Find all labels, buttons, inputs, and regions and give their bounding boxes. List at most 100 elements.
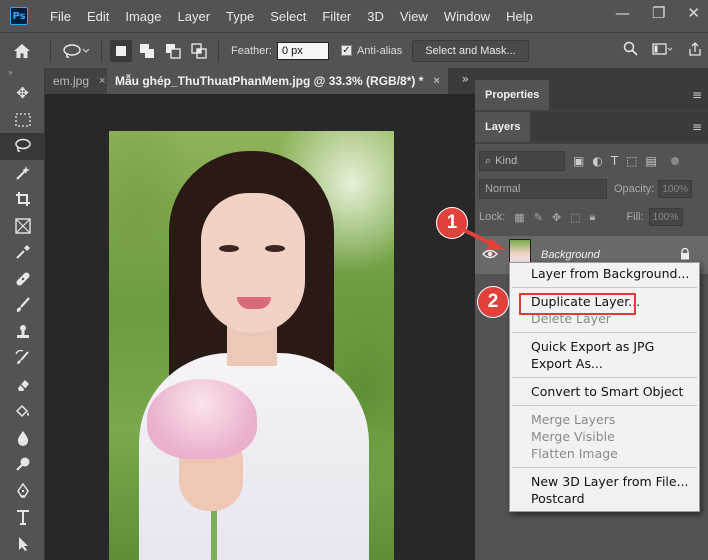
- pen-tool-icon[interactable]: [0, 478, 45, 505]
- menu-item-postcard[interactable]: Postcard: [510, 490, 699, 507]
- brush-tool-icon[interactable]: [0, 292, 45, 319]
- tab-label: em.jpg: [53, 74, 90, 88]
- eyedropper-tool-icon[interactable]: [0, 239, 45, 266]
- filter-kind-label: Kind: [495, 155, 518, 167]
- healing-brush-tool-icon[interactable]: [0, 266, 45, 293]
- antialias-label: Anti-alias: [356, 44, 403, 57]
- smart-object-filter-icon[interactable]: ▤: [646, 154, 657, 168]
- menu-file[interactable]: File: [42, 9, 79, 24]
- menu-select[interactable]: Select: [262, 9, 314, 24]
- frame-tool-icon[interactable]: [0, 213, 45, 240]
- panel-menu-icon[interactable]: ≡: [692, 88, 702, 102]
- panel-menu-icon[interactable]: ≡: [692, 120, 702, 134]
- lock-artboard-icon[interactable]: ⬚: [570, 211, 580, 224]
- subtract-from-selection-icon[interactable]: [162, 40, 184, 62]
- history-brush-tool-icon[interactable]: [0, 345, 45, 372]
- filter-toggle-icon[interactable]: [670, 157, 679, 165]
- lock-position-icon[interactable]: ✥: [552, 211, 561, 224]
- opacity-field[interactable]: 100%: [658, 180, 693, 198]
- tools-panel: » ✥: [0, 68, 45, 560]
- canvas-area[interactable]: [45, 94, 475, 560]
- step-2-badge: 2: [478, 287, 508, 317]
- paint-bucket-tool-icon[interactable]: [0, 398, 45, 425]
- lock-all-icon[interactable]: 🔒︎: [590, 211, 596, 224]
- blend-mode-select[interactable]: Normal: [479, 179, 607, 199]
- adjustment-filter-icon[interactable]: ◐: [592, 154, 602, 168]
- menu-window[interactable]: Window: [436, 9, 498, 24]
- type-filter-icon[interactable]: T: [611, 154, 618, 168]
- menu-item-quick-export-as-jpg[interactable]: Quick Export as JPG: [510, 338, 699, 355]
- menu-item-layer-from-background[interactable]: Layer from Background...: [510, 265, 699, 282]
- layer-name[interactable]: Background: [541, 249, 600, 261]
- home-icon[interactable]: [0, 43, 44, 59]
- menu-help[interactable]: Help: [498, 9, 541, 24]
- image-eye: [265, 245, 285, 252]
- panel-collapse-bar[interactable]: [475, 68, 708, 80]
- tab-properties[interactable]: Properties: [475, 80, 550, 110]
- divider: [50, 39, 51, 62]
- duplicate-layer-highlight: [519, 293, 636, 315]
- lock-image-icon[interactable]: ✎: [534, 211, 543, 224]
- menu-item-export-as[interactable]: Export As...: [510, 355, 699, 372]
- lock-transparent-icon[interactable]: ▦: [514, 211, 524, 224]
- close-icon[interactable]: ✕: [687, 4, 700, 22]
- new-selection-icon[interactable]: [110, 39, 132, 62]
- menu-item-flatten-image: Flatten Image: [531, 446, 618, 461]
- shape-filter-icon[interactable]: ⬚: [626, 154, 637, 168]
- tab-active-document[interactable]: Mẫu ghép_ThuThuatPhanMem.jpg @ 33.3% (RG…: [107, 68, 448, 94]
- magic-wand-tool-icon[interactable]: [0, 160, 45, 187]
- add-to-selection-icon[interactable]: [136, 40, 158, 62]
- tab-inactive-document[interactable]: em.jpg ×: [45, 68, 107, 94]
- close-icon[interactable]: ×: [99, 75, 105, 87]
- menu-layer[interactable]: Layer: [170, 9, 219, 24]
- feather-input[interactable]: 0 px: [276, 41, 329, 60]
- menu-item-new-3d-layer-from-file[interactable]: New 3D Layer from File...: [510, 473, 699, 490]
- path-selection-tool-icon[interactable]: [0, 531, 45, 558]
- document-image[interactable]: [109, 131, 394, 560]
- divider: [101, 39, 102, 62]
- select-and-mask-button[interactable]: Select and Mask...: [412, 39, 529, 62]
- layers-panel-header: Layers ≡: [475, 112, 708, 142]
- eraser-tool-icon[interactable]: [0, 372, 45, 399]
- crop-tool-icon[interactable]: [0, 186, 45, 213]
- menu-3d[interactable]: 3D: [359, 9, 392, 24]
- share-icon[interactable]: [688, 41, 702, 60]
- tab-layers[interactable]: Layers: [475, 112, 531, 142]
- layer-context-menu: Layer from Background... Duplicate Layer.…: [509, 262, 700, 512]
- blur-tool-icon[interactable]: [0, 425, 45, 452]
- dodge-tool-icon[interactable]: [0, 451, 45, 478]
- menu-item-merge-layers: Merge Layers: [531, 412, 616, 427]
- fill-field[interactable]: 100%: [648, 208, 683, 226]
- toolbar-grip-icon[interactable]: »: [0, 68, 44, 80]
- filter-kind-select[interactable]: ⌕ Kind: [479, 151, 565, 171]
- type-tool-icon[interactable]: [0, 504, 45, 531]
- search-icon[interactable]: [623, 41, 638, 60]
- menu-image[interactable]: Image: [117, 9, 169, 24]
- photoshop-logo: Ps: [10, 7, 28, 25]
- feather-label: Feather:: [231, 44, 272, 57]
- marquee-tool-icon[interactable]: [0, 107, 45, 134]
- menu-filter[interactable]: Filter: [314, 9, 359, 24]
- lock-row: Lock: ▦ ✎ ✥ ⬚ 🔒︎ Fill: 100%: [479, 206, 704, 228]
- menu-view[interactable]: View: [392, 9, 436, 24]
- intersect-selection-icon[interactable]: [188, 40, 210, 62]
- menu-separator: [512, 332, 697, 333]
- menu-separator: [512, 405, 697, 406]
- antialias-checkbox[interactable]: ✓: [340, 45, 352, 56]
- menu-type[interactable]: Type: [218, 9, 262, 24]
- move-tool-icon[interactable]: ✥: [0, 80, 45, 107]
- tabs-overflow-icon[interactable]: »: [462, 72, 469, 86]
- antialias-toggle[interactable]: ✓ Anti-alias: [340, 44, 403, 57]
- menu-item-convert-to-smart-object[interactable]: Convert to Smart Object: [510, 383, 699, 400]
- pixel-filter-icon[interactable]: ▣: [573, 154, 584, 168]
- image-lotus-flower: [147, 379, 257, 459]
- clone-stamp-tool-icon[interactable]: [0, 319, 45, 346]
- menu-item-merge-visible: Merge Visible: [531, 429, 615, 444]
- close-icon[interactable]: ×: [433, 75, 439, 87]
- restore-icon[interactable]: ❐: [652, 4, 665, 22]
- lasso-preset-icon[interactable]: [57, 43, 95, 59]
- lasso-tool-icon[interactable]: [0, 133, 45, 160]
- minimize-icon[interactable]: —: [615, 4, 630, 22]
- menu-edit[interactable]: Edit: [79, 9, 117, 24]
- workspace-icon[interactable]: [652, 42, 674, 60]
